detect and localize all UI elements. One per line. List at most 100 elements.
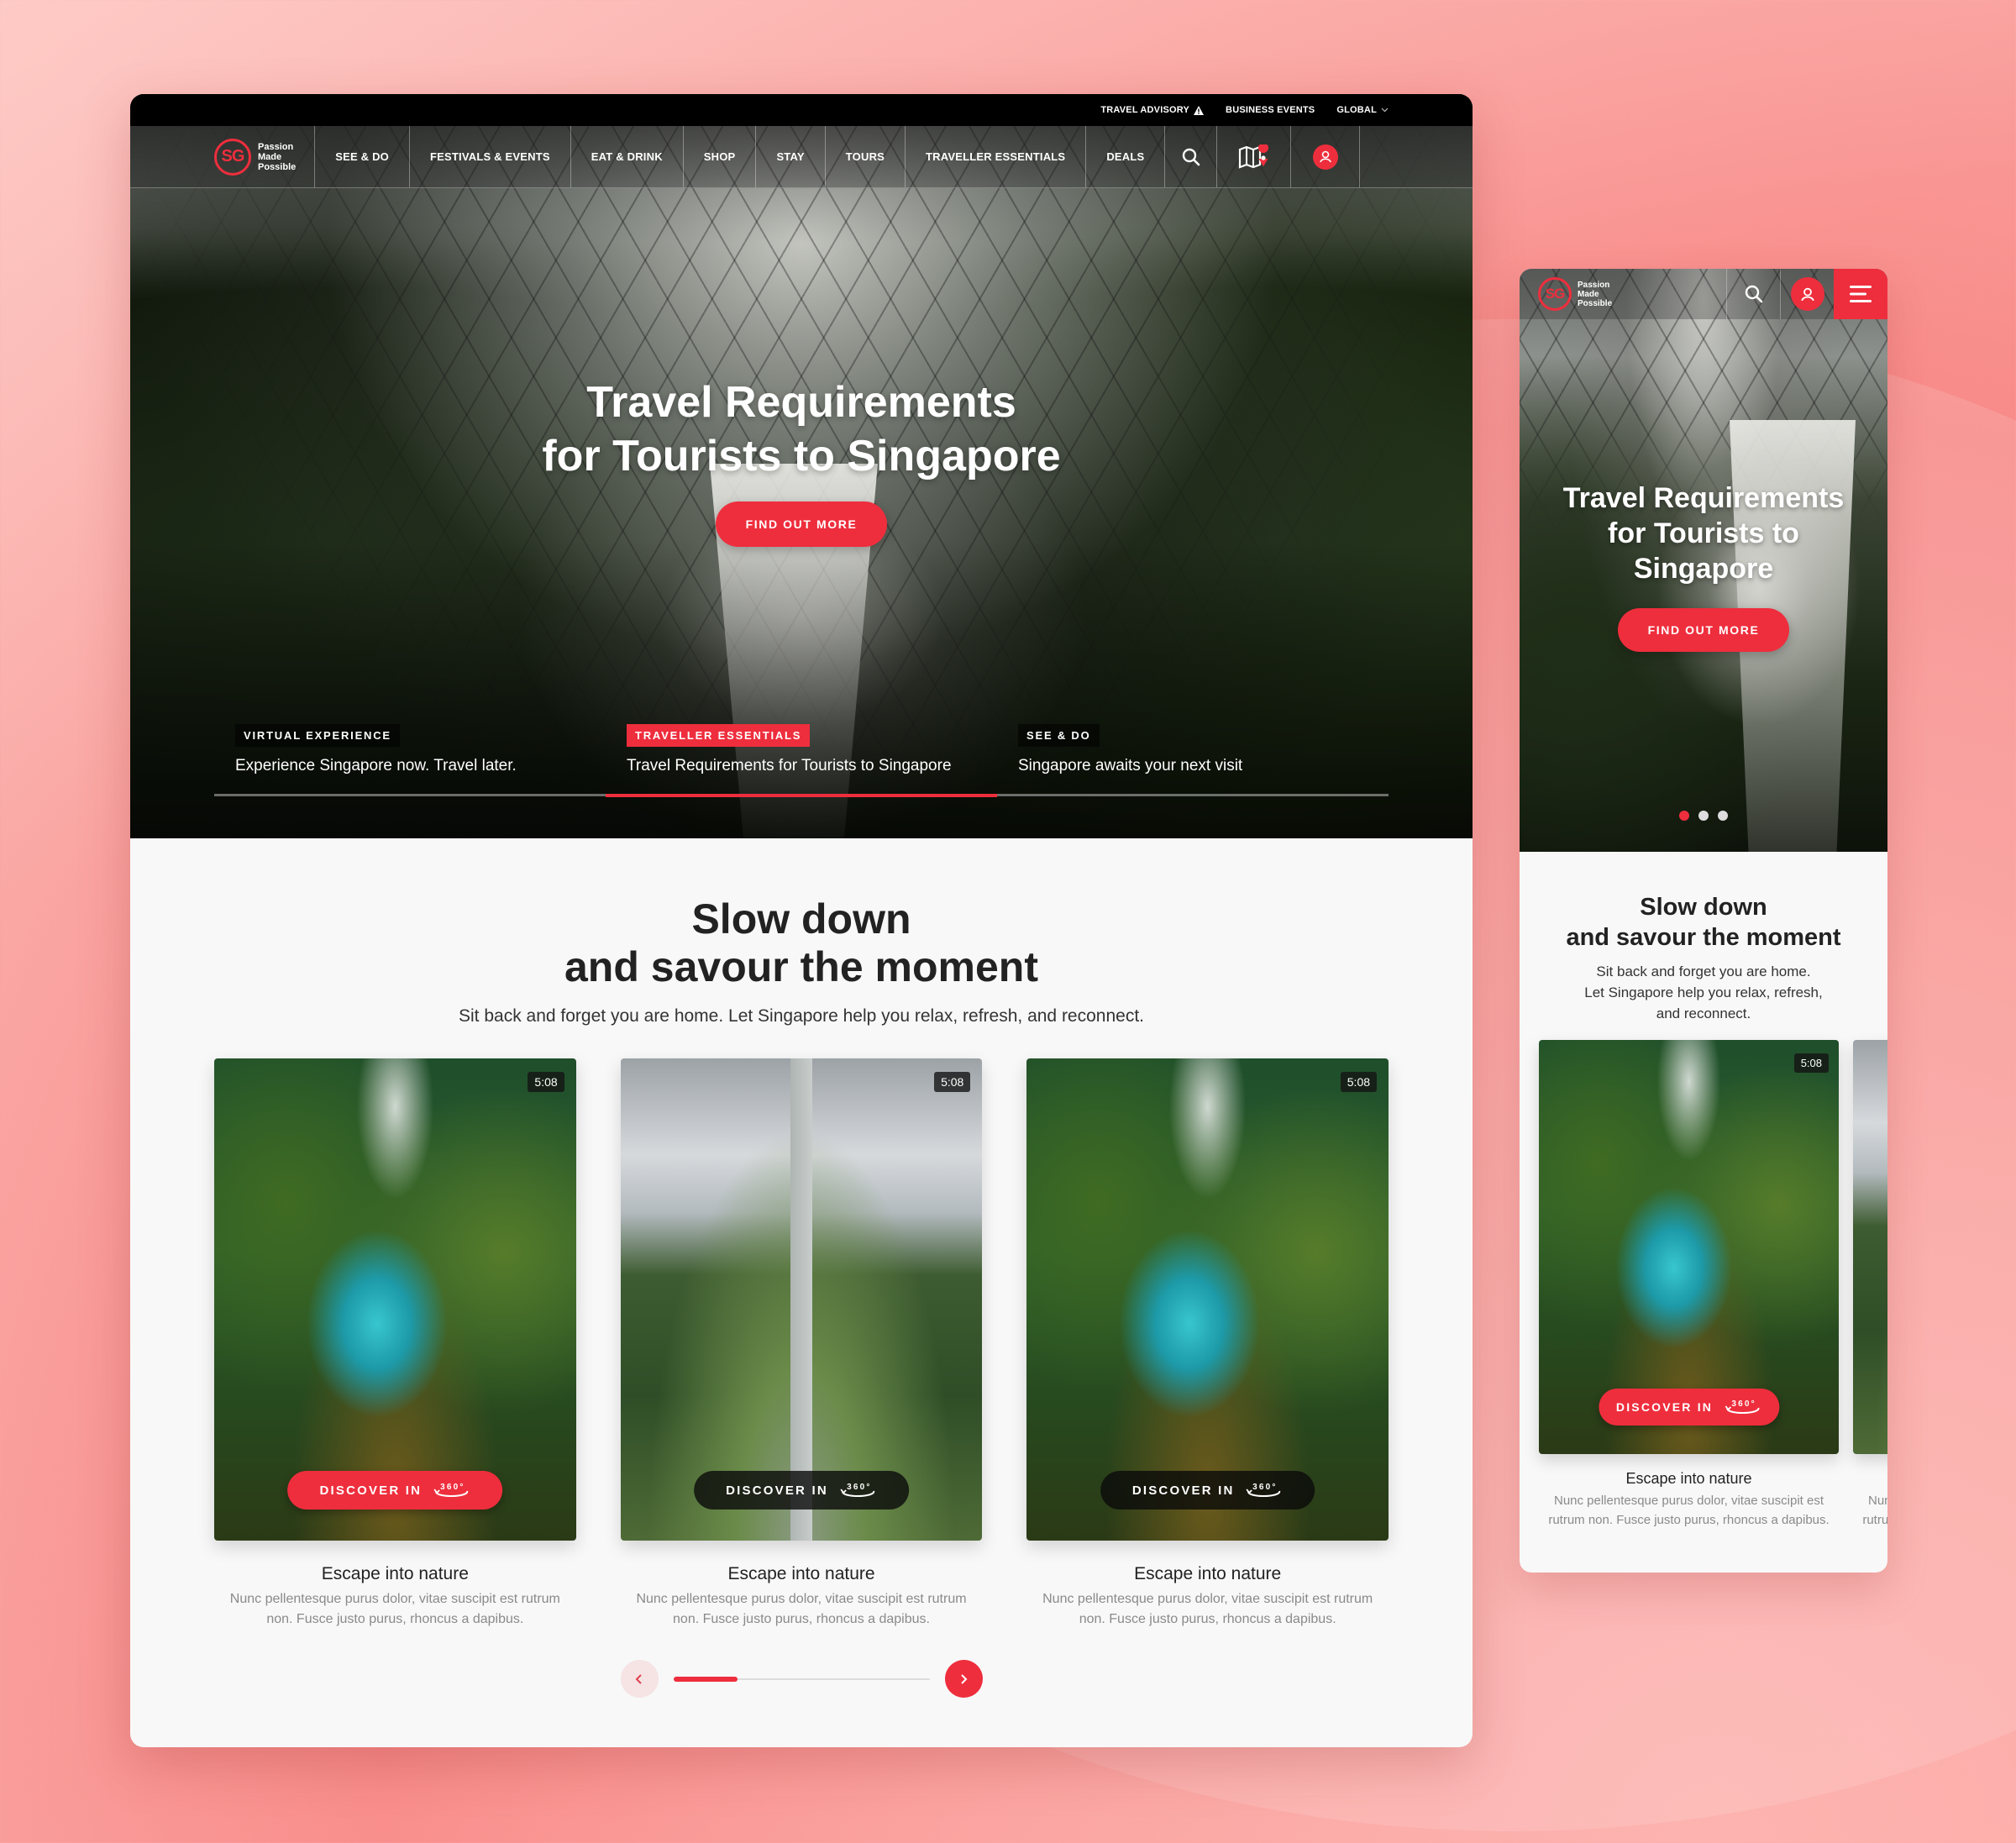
- video-card: 5:08 DISCOVER IN 360° Escape into nature…: [1026, 1058, 1389, 1630]
- svg-text:360°: 360°: [847, 1483, 871, 1492]
- find-out-more-button[interactable]: FIND OUT MORE: [715, 501, 888, 547]
- video-card: 5:08 DISCOVER IN 360° Escape into nature…: [1539, 1040, 1839, 1530]
- discover-label: DISCOVER IN: [726, 1483, 828, 1498]
- nav-deals[interactable]: DEALS: [1086, 126, 1166, 187]
- card-description: Nunc pellentesque purus dolor, vitae sus…: [1862, 1494, 1887, 1527]
- business-events-link[interactable]: BUSINESS EVENTS: [1226, 105, 1315, 115]
- section-title-line: and savour the moment: [564, 943, 1038, 990]
- global-dropdown[interactable]: GLOBAL: [1336, 105, 1389, 115]
- duration-badge: 5:08: [1340, 1072, 1378, 1092]
- account-button[interactable]: [1291, 126, 1361, 187]
- discover-360-button[interactable]: DISCOVER IN 360°: [287, 1471, 503, 1510]
- section-title-line: and savour the moment: [1566, 924, 1841, 951]
- map-button[interactable]: [1217, 126, 1292, 187]
- slide-tag: SEE & DO: [1018, 724, 1100, 747]
- card-title: Escape into nature: [1853, 1470, 1887, 1488]
- card-description: Nunc pellentesque purus dolor, vitae sus…: [1042, 1592, 1373, 1626]
- warning-icon: [1194, 105, 1205, 115]
- mobile-page: SG Passion Made Possible Travel Requirem…: [1520, 269, 1887, 1573]
- slide-progress-active: [605, 794, 997, 797]
- logo-tagline: Passion Made Possible: [258, 142, 296, 172]
- card-title: Escape into nature: [1134, 1564, 1282, 1583]
- duration-badge: 5:08: [1793, 1053, 1829, 1073]
- discover-label: DISCOVER IN: [319, 1483, 423, 1498]
- svg-text:360°: 360°: [440, 1483, 465, 1492]
- map-pin-icon: [1238, 144, 1268, 169]
- mobile-hero-content: Travel Requirements for Tourists to Sing…: [1520, 480, 1887, 652]
- slide-tag: TRAVELLER ESSENTIALS: [627, 724, 811, 747]
- duration-badge: 5:08: [934, 1072, 971, 1092]
- discover-360-button[interactable]: DISCOVER IN 360°: [1100, 1471, 1315, 1510]
- card-title: Escape into nature: [727, 1564, 875, 1583]
- account-button[interactable]: [1780, 269, 1834, 319]
- mobile-hero: SG Passion Made Possible Travel Requirem…: [1520, 269, 1887, 852]
- find-out-more-button[interactable]: FIND OUT MORE: [1617, 608, 1790, 652]
- hero-title-line: Travel Requirements: [586, 378, 1016, 427]
- video-cards: 5:08 DISCOVER IN 360° Escape into nature…: [1520, 1040, 1887, 1530]
- tagline-line: Passion: [258, 141, 294, 152]
- section-title-line: Slow down: [1640, 894, 1767, 921]
- nav-festivals-events[interactable]: FESTIVALS & EVENTS: [410, 126, 571, 187]
- travel-advisory-label: TRAVEL ADVISORY: [1100, 105, 1190, 115]
- travel-advisory-link[interactable]: TRAVEL ADVISORY: [1100, 105, 1205, 115]
- hero: TRAVEL ADVISORY BUSINESS EVENTS GLOBAL S…: [130, 94, 1473, 838]
- carousel-progress-track[interactable]: [673, 1676, 930, 1682]
- video-card: 5:08 DISCOVER IN 360° Escape into nature…: [620, 1058, 983, 1630]
- nav-tours[interactable]: TOURS: [826, 126, 906, 187]
- discover-360-button[interactable]: DISCOVER IN 360°: [694, 1471, 909, 1510]
- tagline-line: Possible: [1578, 298, 1613, 308]
- video-card: 5:08 DISCOVER IN 360° Escape into nature…: [214, 1058, 576, 1630]
- hero-title: Travel Requirements for Tourists to Sing…: [1520, 480, 1887, 586]
- hero-title-line: Travel Requirements: [1562, 482, 1845, 514]
- card-description: Nunc pellentesque purus dolor, vitae sus…: [229, 1592, 560, 1626]
- main-nav: SG Passion Made Possible SEE & DO FESTIV…: [130, 126, 1473, 188]
- hero-title: Travel Requirements for Tourists to Sing…: [130, 375, 1473, 483]
- card-thumbnail[interactable]: 5:08 DISCOVER IN 360°: [620, 1058, 983, 1541]
- svg-text:360°: 360°: [1731, 1399, 1756, 1409]
- logo[interactable]: SG Passion Made Possible: [1520, 269, 1726, 319]
- logo[interactable]: SG Passion Made Possible: [214, 126, 316, 187]
- search-button[interactable]: [1726, 269, 1780, 319]
- carousel-dot[interactable]: [1718, 811, 1728, 821]
- subtitle-line: Sit back and forget you are home.: [1596, 964, 1811, 979]
- card-thumbnail[interactable]: 5:08: [1853, 1040, 1887, 1454]
- mobile-savour-section: Slow down and savour the moment Sit back…: [1520, 852, 1887, 1530]
- card-title: Escape into nature: [1625, 1470, 1752, 1487]
- discover-360-button[interactable]: DISCOVER IN 360°: [1598, 1389, 1780, 1426]
- video-cards: 5:08 DISCOVER IN 360° Escape into nature…: [130, 1058, 1473, 1630]
- carousel-next-button[interactable]: [944, 1660, 983, 1698]
- nav-stay[interactable]: STAY: [756, 126, 826, 187]
- 360-icon: 360°: [840, 1483, 874, 1497]
- card-thumbnail[interactable]: 5:08 DISCOVER IN 360°: [1539, 1040, 1839, 1454]
- nav-traveller-essentials[interactable]: TRAVELLER ESSENTIALS: [906, 126, 1087, 187]
- sg-logo-icon: SG: [214, 138, 251, 176]
- discover-label: DISCOVER IN: [1615, 1400, 1714, 1414]
- nav-eat-drink[interactable]: EAT & DRINK: [571, 126, 684, 187]
- carousel-prev-button[interactable]: [620, 1660, 659, 1698]
- search-button[interactable]: [1165, 126, 1218, 187]
- carousel-dot[interactable]: [1698, 811, 1709, 821]
- tagline-line: Possible: [258, 161, 297, 172]
- discover-label: DISCOVER IN: [1131, 1483, 1235, 1498]
- slide-title: Singapore awaits your next visit: [1018, 757, 1243, 774]
- business-events-label: BUSINESS EVENTS: [1226, 105, 1315, 115]
- nav-see-do[interactable]: SEE & DO: [315, 126, 410, 187]
- card-thumbnail[interactable]: 5:08 DISCOVER IN 360°: [1026, 1058, 1389, 1541]
- nav-shop[interactable]: SHOP: [684, 126, 757, 187]
- menu-button[interactable]: [1834, 269, 1887, 319]
- tagline-line: Made: [1578, 289, 1599, 299]
- slide-progress-track: [214, 794, 1389, 797]
- card-description: Nunc pellentesque purus dolor, vitae sus…: [636, 1592, 967, 1626]
- hero-content: Travel Requirements for Tourists to Sing…: [130, 375, 1473, 547]
- hero-title-line: Singapore: [1633, 553, 1774, 585]
- user-icon: [1790, 277, 1824, 311]
- utility-bar: TRAVEL ADVISORY BUSINESS EVENTS GLOBAL: [130, 94, 1473, 126]
- search-icon: [1182, 148, 1200, 165]
- savour-section: Slow down and savour the moment Sit back…: [130, 838, 1473, 1698]
- card-description: Nunc pellentesque purus dolor, vitae sus…: [1548, 1494, 1830, 1527]
- chevron-down-icon: [1381, 108, 1389, 113]
- carousel-dot[interactable]: [1679, 811, 1689, 821]
- card-thumbnail[interactable]: 5:08 DISCOVER IN 360°: [214, 1058, 576, 1541]
- subtitle-line: Let Singapore help you relax, refresh,: [1584, 985, 1823, 1000]
- global-label: GLOBAL: [1336, 105, 1377, 115]
